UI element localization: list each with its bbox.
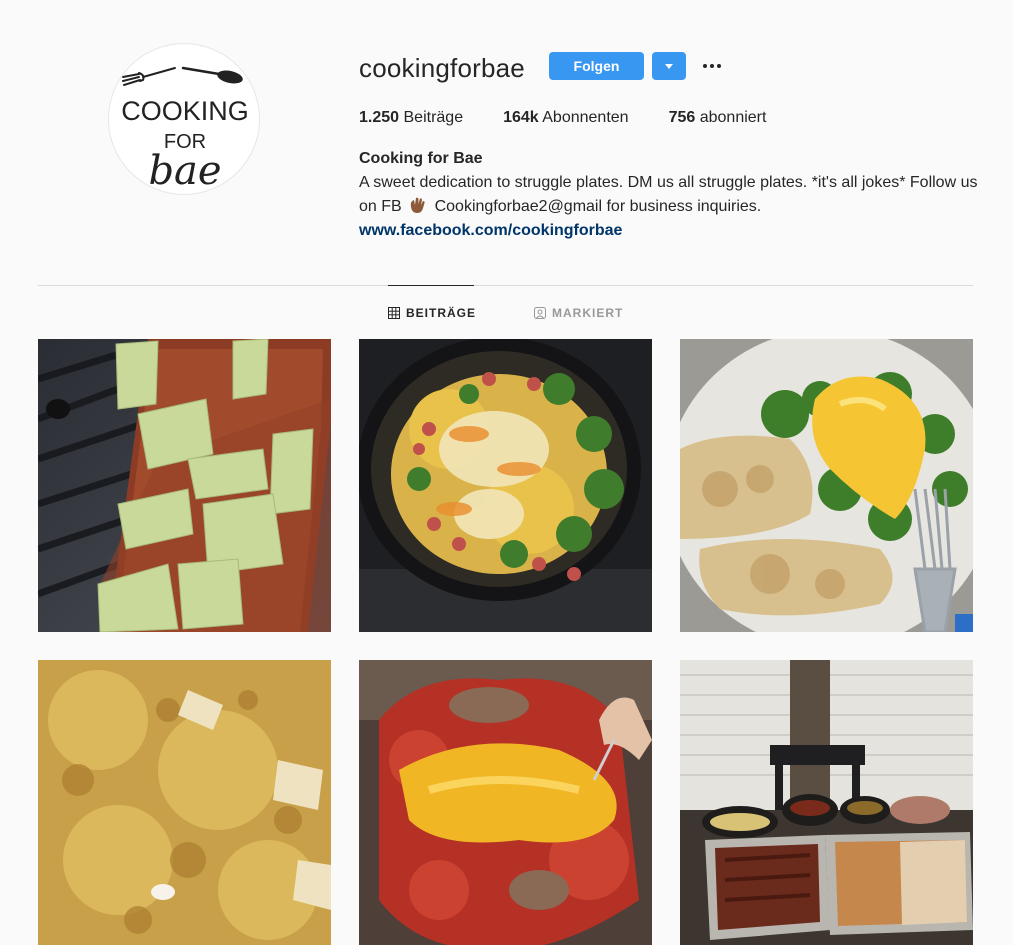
tab-posts[interactable]: BEITRÄGE xyxy=(388,306,476,320)
cooking-for-bae-logo: COOKING FOR bae xyxy=(121,66,249,194)
post-pizza-cheese-slices[interactable] xyxy=(38,339,331,632)
active-tab-indicator xyxy=(388,285,474,286)
profile-full-name: Cooking for Bae xyxy=(359,150,483,167)
tabs-divider xyxy=(38,285,973,286)
following-count: 756 xyxy=(668,109,696,126)
bio-text-part2: Cookingforbae2@gmail for business inquir… xyxy=(434,198,762,215)
posts-label: Beiträge xyxy=(403,109,464,126)
following-label: abonniert xyxy=(699,109,767,126)
post-image xyxy=(38,339,331,632)
caret-down-icon xyxy=(665,63,673,69)
grid-icon xyxy=(388,307,400,319)
profile-avatar[interactable]: COOKING FOR bae xyxy=(108,43,260,195)
posts-count: 1.250 xyxy=(359,109,400,126)
post-chicken-broccoli-cheese[interactable] xyxy=(680,339,973,632)
posts-stat: 1.250 Beiträge xyxy=(359,107,463,129)
spoon-icon xyxy=(181,66,243,84)
logo-text-cooking: COOKING xyxy=(121,96,249,126)
tab-tagged-label: MARKIERT xyxy=(552,306,624,320)
tab-tagged[interactable]: MARKIERT xyxy=(534,306,623,320)
post-skillet-hotdog-broccoli[interactable] xyxy=(359,339,652,632)
more-dot xyxy=(717,64,721,68)
followers-stat[interactable]: 164k Abonnenten xyxy=(503,107,628,129)
post-image xyxy=(38,660,331,945)
suggestions-dropdown-button[interactable] xyxy=(652,52,686,80)
profile-username: cookingforbae xyxy=(359,53,525,83)
more-options-button[interactable] xyxy=(700,56,724,76)
follow-button[interactable]: Folgen xyxy=(549,52,644,80)
profile-bio: Cooking for Bae A sweet dedication to st… xyxy=(359,147,979,243)
tagged-icon xyxy=(534,307,546,319)
fork-icon xyxy=(122,67,176,86)
post-baked-pasta[interactable] xyxy=(38,660,331,945)
post-image xyxy=(680,660,973,945)
followers-label: Abonnenten xyxy=(542,109,629,126)
post-table-spread[interactable] xyxy=(680,660,973,945)
followers-count: 164k xyxy=(503,109,539,126)
post-image xyxy=(680,339,973,632)
more-dot xyxy=(710,64,714,68)
following-stat[interactable]: 756 abonniert xyxy=(669,107,767,129)
waving-hand-icon xyxy=(410,197,425,213)
profile-website-link[interactable]: www.facebook.com/cookingforbae xyxy=(359,219,979,243)
more-dots-icon xyxy=(703,64,707,68)
post-image xyxy=(359,660,652,945)
post-cheese-filled-turkey[interactable] xyxy=(359,660,652,945)
tab-posts-label: BEITRÄGE xyxy=(406,306,477,320)
profile-stats: 1.250 Beiträge 164k Abonnenten 756 abonn… xyxy=(359,107,806,129)
logo-text-bae: bae xyxy=(148,148,221,194)
bio-text: A sweet dedication to struggle plates. D… xyxy=(359,171,979,219)
post-image xyxy=(359,339,652,632)
